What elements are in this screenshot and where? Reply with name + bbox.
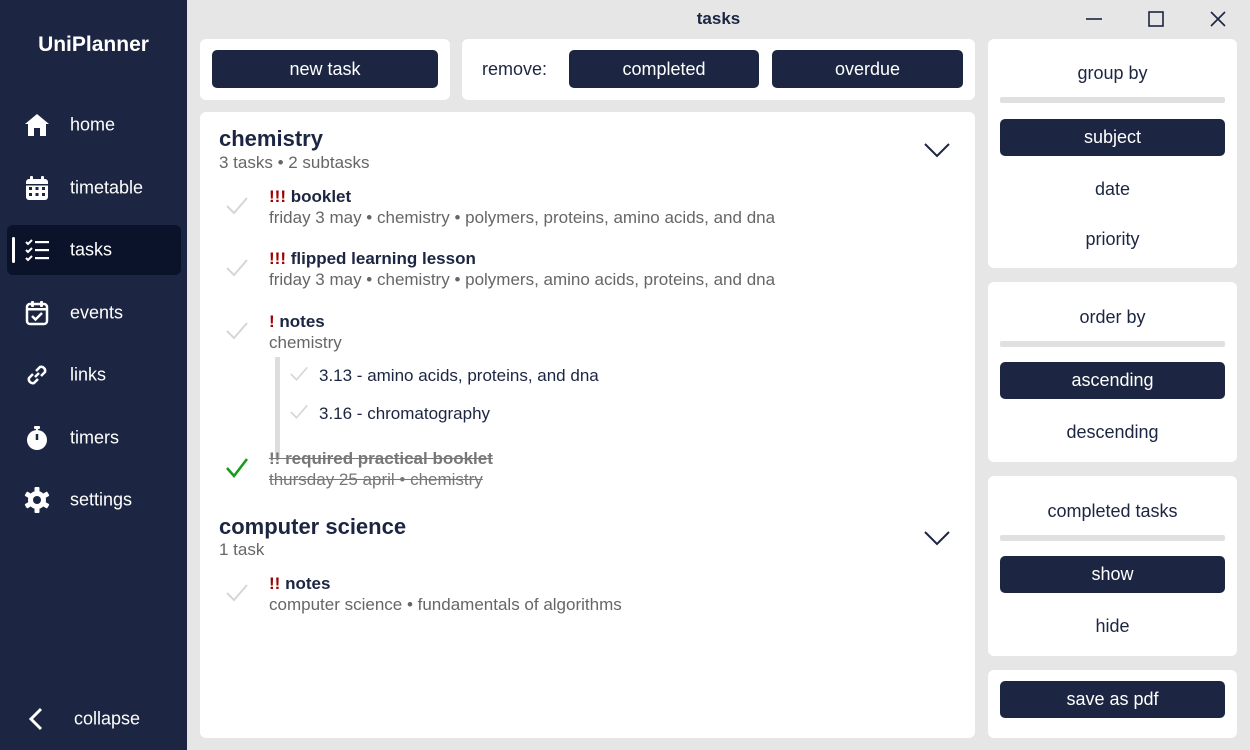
sidebar-item-label: links: [70, 364, 107, 385]
task-title: !! required practical booklet: [269, 449, 493, 469]
checklist-icon: [25, 239, 49, 262]
subtask-checkbox[interactable]: [289, 365, 309, 383]
sidebar-item-links[interactable]: links: [7, 350, 181, 400]
order-by-card: order by ascending descending: [988, 282, 1237, 462]
sidebar-item-label: events: [70, 302, 124, 323]
hide-completed-option[interactable]: hide: [988, 616, 1237, 637]
home-icon: [25, 114, 49, 136]
sidebar-item-label: settings: [70, 489, 133, 510]
remove-card: remove: completed overdue: [462, 39, 975, 100]
link-icon: [27, 365, 47, 385]
collapse-label: collapse: [74, 708, 141, 729]
sidebar-item-home[interactable]: home: [7, 100, 181, 150]
sidebar: UniPlanner home timetable tasks events l…: [0, 0, 187, 750]
group-by-priority-option[interactable]: priority: [988, 229, 1237, 250]
completed-tasks-card: completed tasks show hide: [988, 476, 1237, 656]
calendar-grid-icon: [26, 176, 48, 200]
remove-completed-button[interactable]: completed: [569, 50, 759, 88]
sidebar-item-settings[interactable]: settings: [7, 475, 181, 525]
close-icon[interactable]: [1207, 8, 1229, 30]
group-title: computer science: [219, 514, 407, 539]
save-as-pdf-button[interactable]: save as pdf: [1000, 681, 1225, 718]
task-meta: thursday 25 april • chemistry: [269, 470, 483, 489]
sidebar-item-label: timetable: [70, 177, 144, 198]
new-task-card: new task: [200, 39, 450, 100]
calendar-check-icon: [25, 301, 49, 326]
task-title-text: flipped learning lesson: [290, 249, 476, 268]
task-title-text: booklet: [290, 187, 352, 206]
task-checkbox[interactable]: [225, 320, 249, 342]
task-meta: friday 3 may • chemistry • polymers, ami…: [269, 270, 776, 289]
group-by-date-option[interactable]: date: [988, 179, 1237, 200]
divider: [1000, 341, 1225, 347]
subtask-item: 3.16 - chromatography: [319, 404, 491, 423]
completed-tasks-heading: completed tasks: [1047, 501, 1178, 521]
task-title: ! notes: [269, 312, 325, 332]
remove-overdue-button[interactable]: overdue: [772, 50, 963, 88]
group-summary: 3 tasks • 2 subtasks: [219, 153, 370, 172]
chevron-down-icon[interactable]: [923, 141, 951, 159]
new-task-button[interactable]: new task: [212, 50, 438, 88]
task-list-panel: chemistry 3 tasks • 2 subtasks !!! bookl…: [200, 112, 975, 738]
stopwatch-icon: [27, 426, 47, 450]
collapse-button[interactable]: collapse: [7, 694, 181, 744]
task-title: !! notes: [269, 574, 330, 594]
sidebar-item-timers[interactable]: timers: [7, 413, 181, 463]
task-checkbox[interactable]: [225, 195, 249, 217]
title-bar: tasks: [187, 0, 1250, 38]
order-descending-option[interactable]: descending: [988, 422, 1237, 443]
maximize-icon[interactable]: [1145, 8, 1167, 30]
divider: [1000, 535, 1225, 541]
subtask-checkbox[interactable]: [289, 403, 309, 421]
order-ascending-button[interactable]: ascending: [1000, 362, 1225, 399]
priority-marker: !!: [269, 574, 281, 593]
task-checkbox[interactable]: [225, 582, 249, 604]
order-by-heading: order by: [1079, 307, 1146, 327]
show-completed-button[interactable]: show: [1000, 556, 1225, 593]
subtask-item: 3.13 - amino acids, proteins, and dna: [319, 366, 599, 385]
sidebar-item-events[interactable]: events: [7, 288, 181, 338]
priority-marker: !!!: [269, 249, 286, 268]
task-title: !!! flipped learning lesson: [269, 249, 476, 269]
task-title-text: notes: [279, 312, 325, 331]
task-meta: computer science • fundamentals of algor…: [269, 595, 622, 614]
group-by-heading: group by: [1077, 63, 1148, 83]
group-title: chemistry: [219, 126, 323, 151]
sidebar-item-label: tasks: [70, 239, 113, 260]
minimize-icon[interactable]: [1083, 8, 1105, 30]
priority-marker: !: [269, 312, 275, 331]
sidebar-item-tasks[interactable]: tasks: [7, 225, 181, 275]
sidebar-item-label: home: [70, 114, 116, 135]
chevron-down-icon[interactable]: [923, 529, 951, 547]
gear-icon: [24, 487, 50, 513]
priority-marker: !!!: [269, 187, 286, 206]
task-checkbox[interactable]: [225, 257, 249, 279]
subtask-divider: [275, 357, 280, 459]
task-title: !!! booklet: [269, 187, 351, 207]
priority-marker: !!: [269, 449, 281, 468]
group-by-card: group by subject date priority: [988, 39, 1237, 268]
task-title-text: required practical booklet: [285, 449, 493, 468]
sidebar-item-label: timers: [70, 427, 119, 448]
task-meta: chemistry: [269, 333, 342, 352]
task-title-text: notes: [285, 574, 331, 593]
app-logo: UniPlanner: [38, 33, 149, 56]
group-summary: 1 task: [219, 540, 265, 559]
task-meta: friday 3 may • chemistry • polymers, pro…: [269, 208, 776, 227]
chevron-left-icon: [28, 707, 43, 731]
remove-label: remove:: [482, 59, 548, 79]
task-checkbox-checked[interactable]: [225, 457, 249, 479]
divider: [1000, 97, 1225, 103]
active-indicator: [12, 237, 15, 263]
group-by-subject-button[interactable]: subject: [1000, 119, 1225, 156]
export-card: save as pdf: [988, 670, 1237, 738]
sidebar-item-timetable[interactable]: timetable: [7, 163, 181, 213]
